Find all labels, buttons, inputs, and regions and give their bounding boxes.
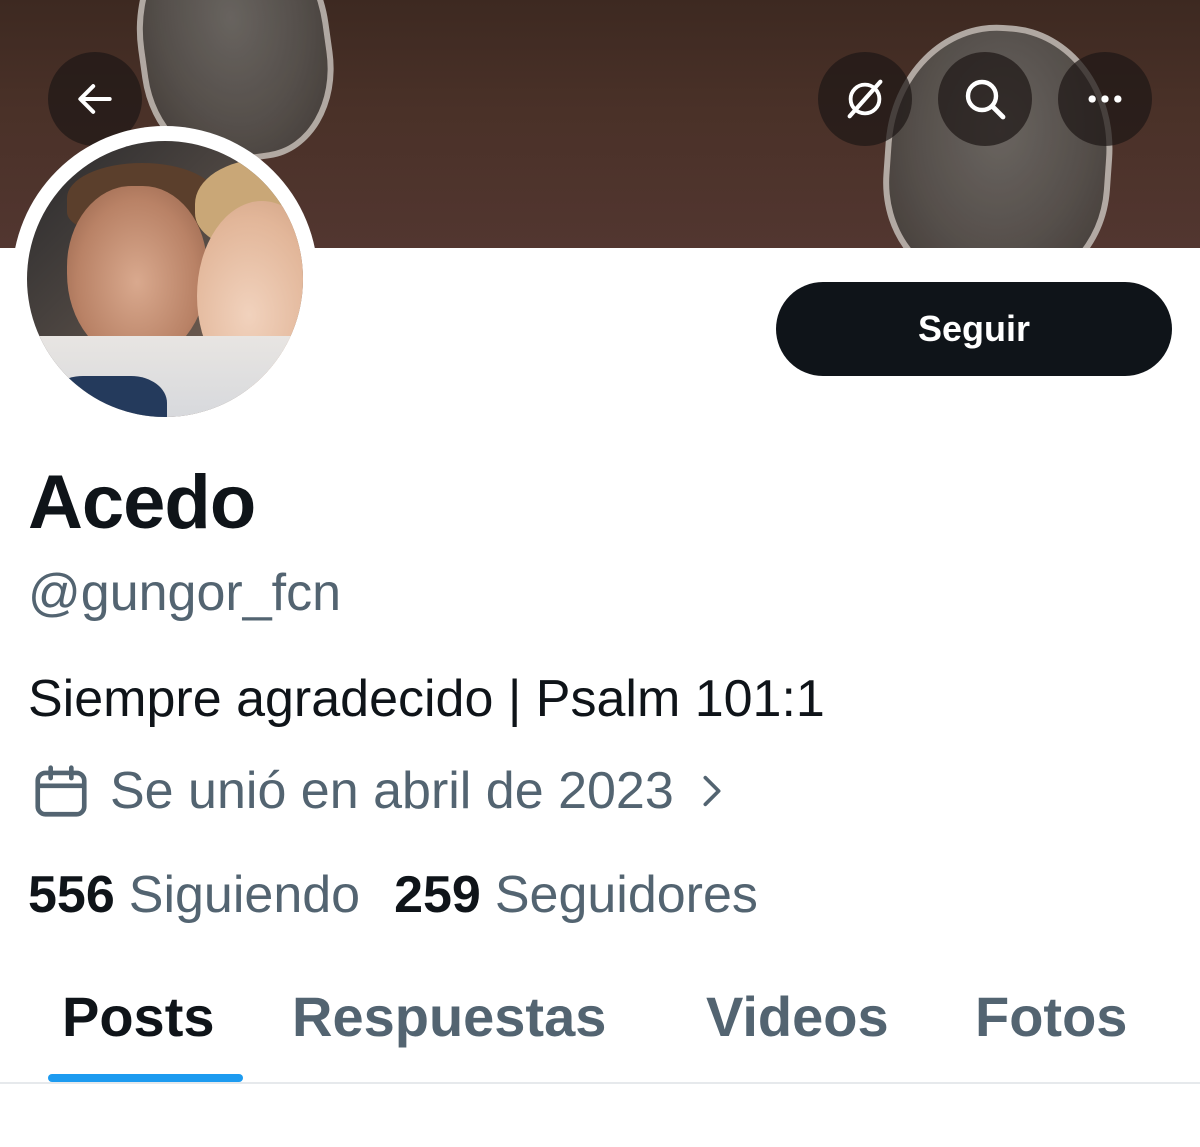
search-button[interactable] — [938, 52, 1032, 146]
more-button[interactable] — [1058, 52, 1152, 146]
arrow-left-icon — [78, 84, 112, 114]
follow-stats: 556 Siguiendo 259 Seguidores — [28, 862, 758, 928]
following-label: Siguiendo — [128, 866, 361, 924]
follow-button[interactable]: Seguir — [776, 282, 1172, 376]
tab-posts[interactable]: Posts — [62, 982, 215, 1052]
user-handle: @gungor_fcn — [28, 564, 341, 622]
avatar-photo-detail — [67, 186, 207, 361]
chevron-right-icon — [703, 775, 721, 807]
grok-button[interactable] — [818, 52, 912, 146]
active-tab-indicator — [48, 1074, 243, 1082]
display-name: Acedo — [28, 460, 256, 545]
tab-fotos[interactable]: Fotos — [975, 982, 1127, 1052]
avatar[interactable] — [12, 126, 318, 432]
following-link[interactable]: 556 Siguiendo — [28, 862, 360, 928]
tab-videos[interactable]: Videos — [706, 982, 889, 1052]
joined-date[interactable]: Se unió en abril de 2023 — [30, 758, 732, 824]
profile-tabs: Posts Respuestas Videos Fotos — [0, 960, 1200, 1084]
tab-respuestas[interactable]: Respuestas — [292, 982, 606, 1052]
bio: Siempre agradecido | Psalm 101:1 — [28, 670, 825, 728]
tabs-divider — [0, 1082, 1200, 1084]
more-horizontal-icon — [1088, 95, 1122, 103]
search-icon — [965, 79, 1006, 120]
followers-count: 259 — [394, 866, 481, 924]
grok-icon — [847, 79, 883, 119]
followers-link[interactable]: 259 Seguidores — [394, 862, 758, 928]
followers-label: Seguidores — [494, 866, 758, 924]
avatar-photo-detail — [47, 376, 167, 417]
calendar-icon — [35, 765, 87, 817]
avatar-photo — [27, 141, 303, 417]
following-count: 556 — [28, 866, 115, 924]
joined-text: Se unió en abril de 2023 — [110, 762, 674, 820]
